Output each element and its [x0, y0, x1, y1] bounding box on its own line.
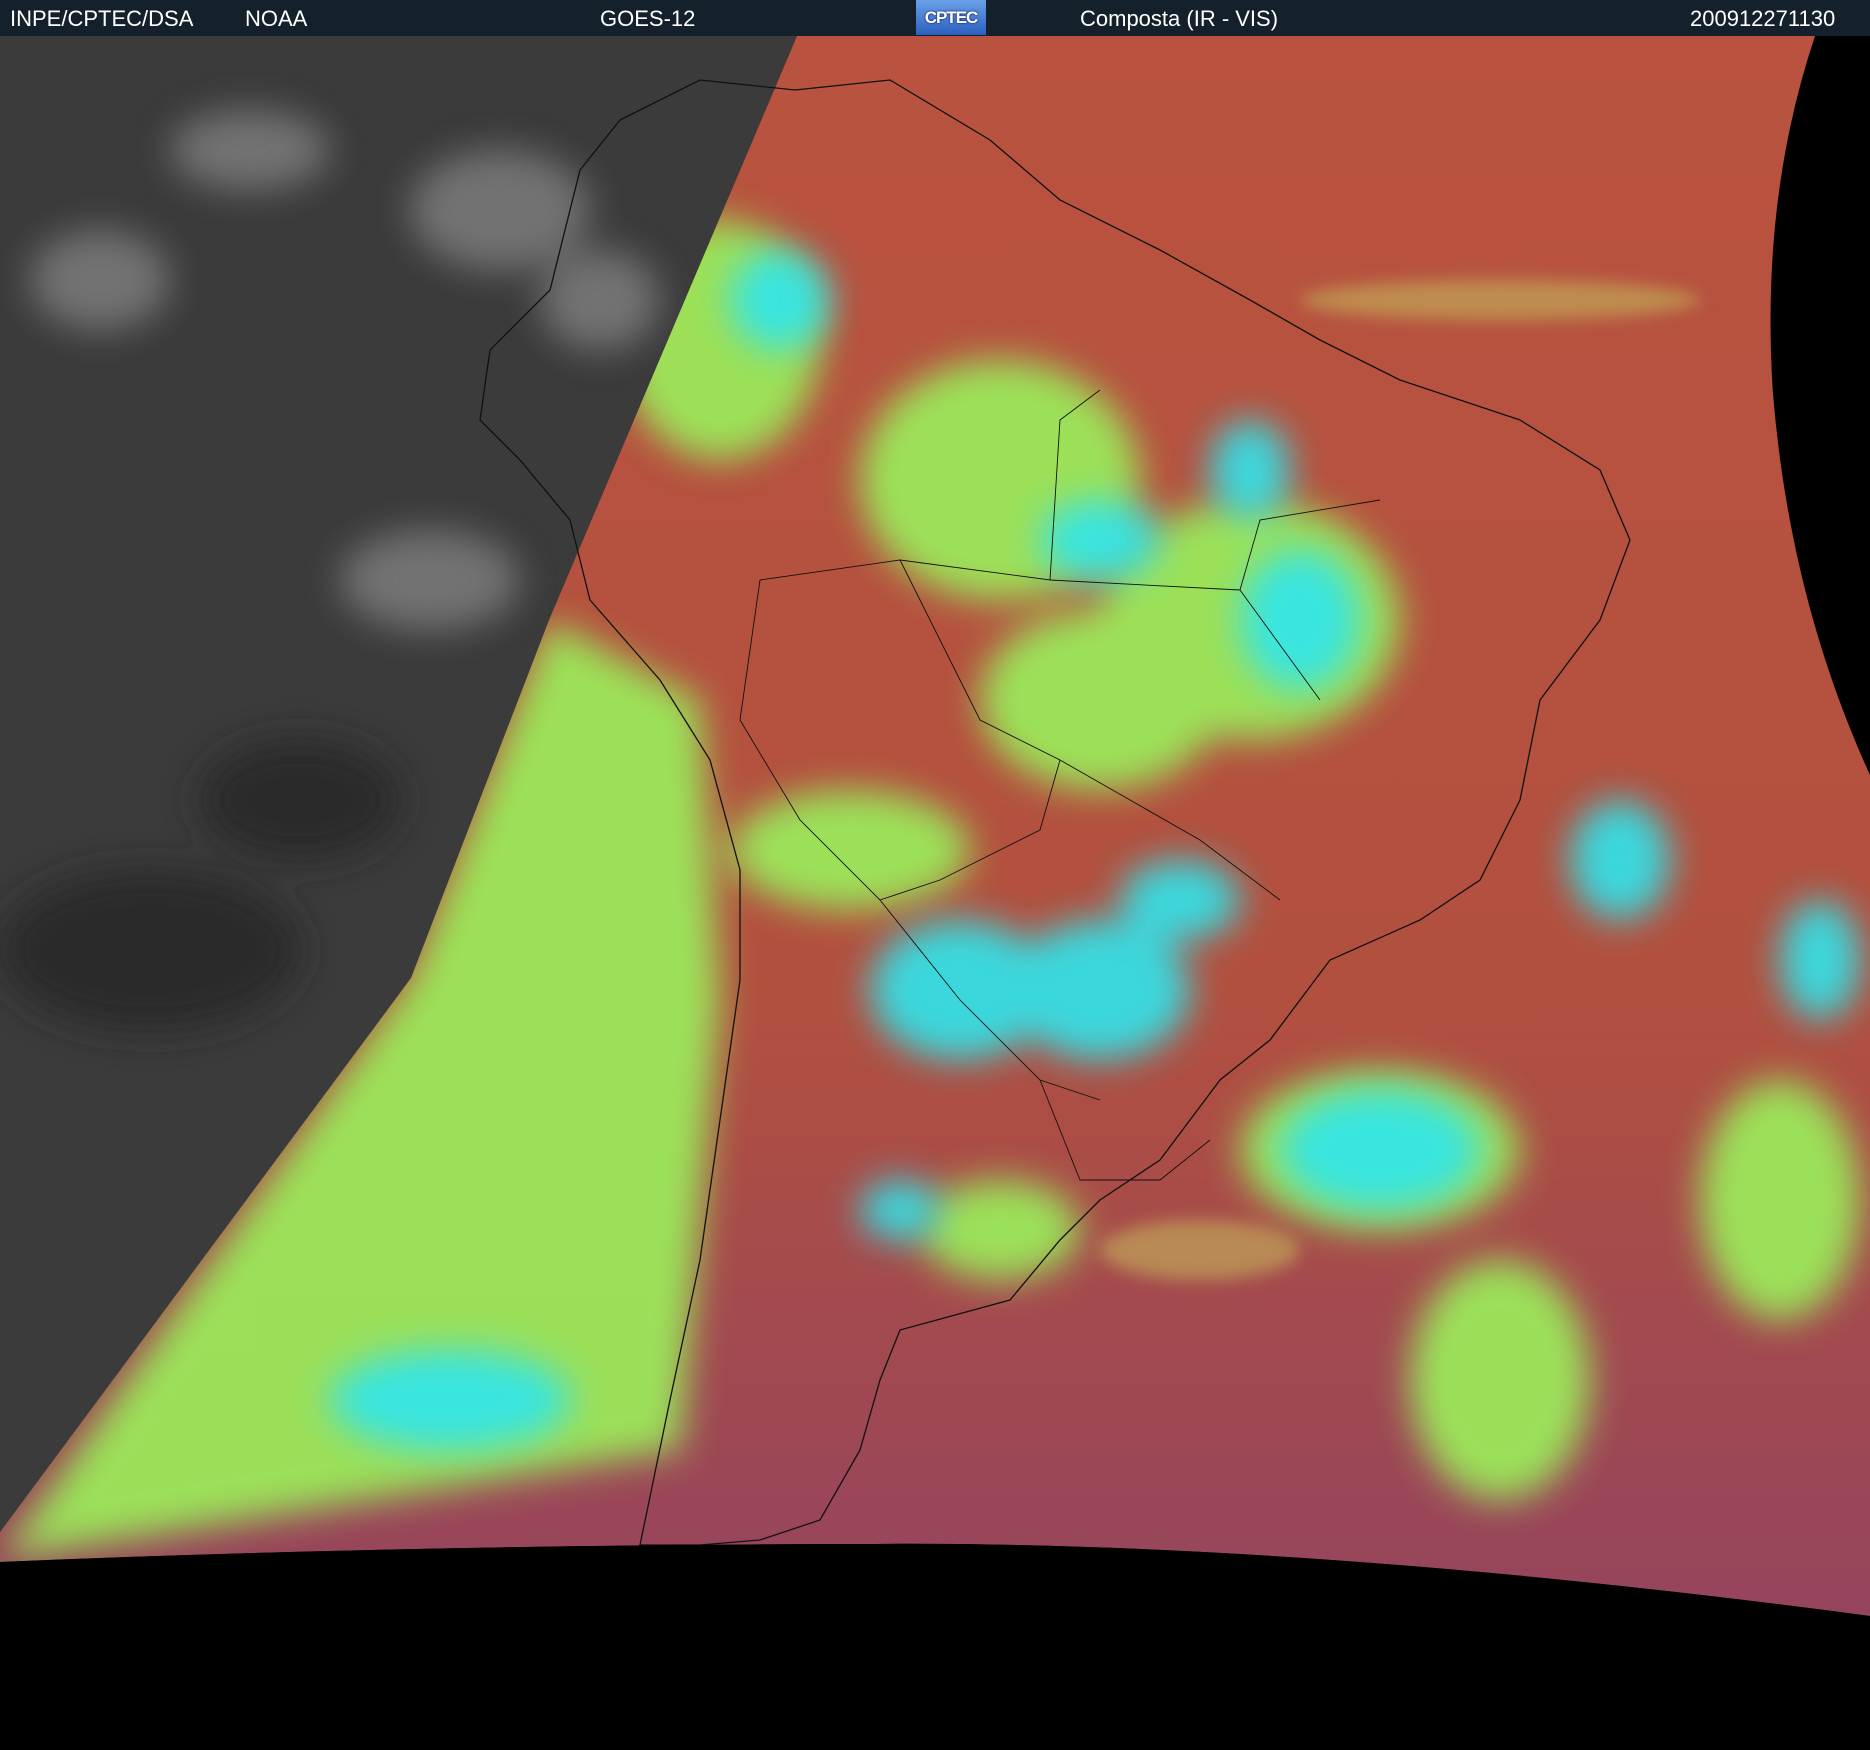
- satellite-image: [0, 36, 1870, 1750]
- timestamp-label: 200912271130: [1690, 6, 1836, 31]
- product-label: Composta (IR - VIS): [1080, 6, 1279, 31]
- satellite-label: GOES-12: [600, 6, 696, 31]
- institution-label: INPE/CPTEC/DSA: [10, 6, 194, 31]
- agency-label: NOAA: [245, 6, 308, 31]
- cptec-logo: CPTEC: [916, 0, 986, 35]
- image-header: INPE/CPTEC/DSA NOAA GOES-12 CPTEC Compos…: [0, 0, 1870, 36]
